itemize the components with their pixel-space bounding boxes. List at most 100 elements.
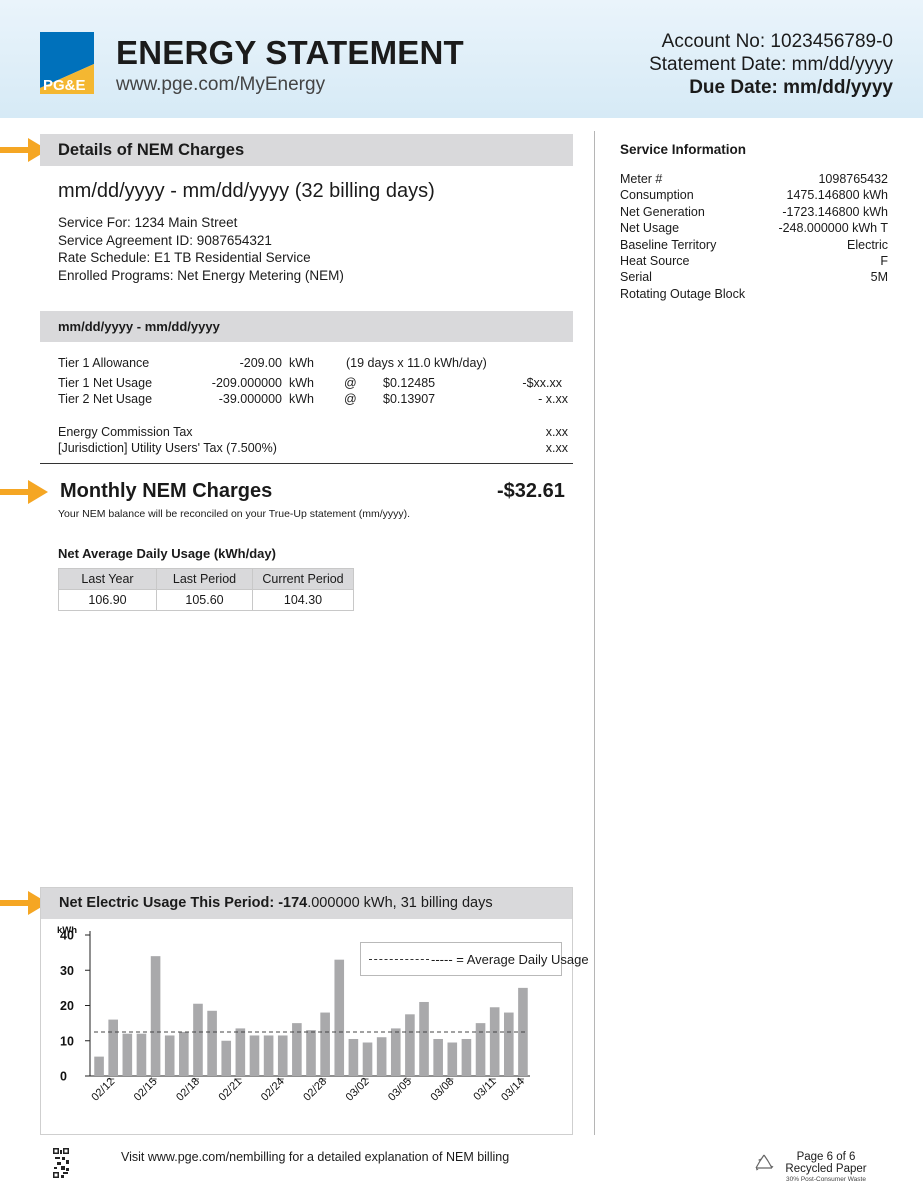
service-info-title: Service Information	[620, 142, 747, 157]
chart-bar	[376, 1037, 387, 1076]
service-details: Service For: 1234 Main Street Service Ag…	[58, 214, 344, 284]
si-label: Meter #	[620, 172, 663, 186]
x-tick-label: 03/05	[386, 1076, 414, 1104]
service-info-row: Baseline Territory Electric	[620, 237, 888, 253]
column-divider	[594, 131, 595, 1135]
section-title: Details of NEM Charges	[58, 141, 245, 159]
nadu-title: Net Average Daily Usage (kWh/day)	[58, 546, 276, 561]
si-value: F	[880, 254, 888, 269]
chart-bar	[362, 1042, 373, 1076]
chart-header: Net Electric Usage This Period: -174.000…	[41, 888, 572, 919]
si-value: 1475.146800 kWh	[786, 188, 888, 203]
tax-amount: x.xx	[545, 425, 568, 439]
chart-bar	[150, 956, 161, 1076]
si-value: Electric	[847, 237, 888, 252]
arrow-icon	[0, 480, 48, 504]
billing-period: mm/dd/yyyy - mm/dd/yyyy (32 billing days…	[58, 180, 435, 202]
account-info: Account No: 1023456789-0 Statement Date:…	[649, 30, 893, 99]
header-url: www.pge.com/MyEnergy	[116, 74, 326, 95]
service-agreement-id: Service Agreement ID: 9087654321	[58, 232, 272, 248]
line-label: Tier 1 Allowance	[58, 356, 150, 370]
chart-title-suffix: .000000 kWh, 31 billing days	[307, 895, 493, 911]
line-rate: $0.13907	[383, 392, 436, 406]
chart-bar	[461, 1038, 472, 1076]
logo-text: PG&E	[43, 77, 86, 94]
legend-label: ----- = Average Daily Usage	[431, 952, 589, 967]
x-tick-label: 03/02	[344, 1076, 372, 1104]
si-value: -1723.146800 kWh	[782, 204, 888, 219]
footer-text: Visit www.pge.com/nembilling for a detai…	[121, 1150, 510, 1164]
table-cell: 105.60	[156, 589, 253, 611]
subperiod-label: mm/dd/yyyy - mm/dd/yyyy	[58, 319, 220, 334]
chart-bar	[277, 1035, 288, 1076]
si-label: Heat Source	[620, 254, 690, 269]
chart-bar	[390, 1028, 401, 1076]
statement-date: Statement Date: mm/dd/yyyy	[649, 54, 893, 75]
tax-label: [Jurisdiction] Utility Users' Tax (7.500…	[58, 441, 277, 455]
statement-page: PG&E ENERGY STATEMENT www.pge.com/MyEner…	[0, 0, 923, 1198]
line-rate: (19 days x 11.0 kWh/day)	[346, 356, 487, 370]
page-info: Page 6 of 6 Recycled Paper 30% Post-Cons…	[780, 1151, 872, 1184]
chart-bar	[405, 1014, 415, 1076]
chart-title: Net Electric Usage This Period: -174.000…	[59, 895, 493, 911]
line-unit: kWh	[289, 376, 314, 390]
si-label: Baseline Territory	[620, 237, 717, 252]
y-tick-label: 10	[60, 1034, 74, 1048]
service-info-row: Heat Source F	[620, 253, 888, 269]
recycle-icon	[755, 1154, 774, 1171]
chart-bar	[348, 1038, 359, 1076]
chart-bar	[207, 1010, 217, 1076]
service-info-row: Serial 5M	[620, 269, 888, 285]
chart-bar	[235, 1028, 246, 1076]
line-qty: -209.000000	[211, 376, 282, 390]
x-tick-label: 02/24	[259, 1076, 287, 1104]
page-number: Page 6 of 6	[796, 1151, 856, 1163]
chart-bar	[136, 1033, 147, 1076]
line-at: @	[344, 376, 357, 390]
chart-bar	[164, 1035, 175, 1076]
chart-bar	[419, 1001, 429, 1076]
x-tick-label: 02/21	[217, 1076, 245, 1104]
table-row: 106.90 105.60 104.30	[58, 589, 354, 611]
x-tick-label: 03/14	[499, 1076, 527, 1104]
line-amount: - x.xx	[538, 392, 568, 406]
chart-bar	[292, 1023, 302, 1076]
legend-dash-line	[369, 959, 429, 960]
service-for: Service For: 1234 Main Street	[58, 215, 238, 230]
chart-bar	[306, 1030, 316, 1076]
chart-legend: ----- = Average Daily Usage	[360, 942, 589, 976]
si-label: Net Usage	[620, 221, 680, 236]
recycled-note: 30% Post-Consumer Waste	[786, 1176, 866, 1183]
line-rate: $0.12485	[383, 376, 436, 390]
x-tick-label: 03/08	[428, 1076, 456, 1104]
si-label: Net Generation	[620, 204, 705, 219]
chart-bar	[179, 1031, 189, 1076]
chart-bar	[94, 1056, 104, 1076]
line-unit: kWh	[289, 356, 314, 370]
chart-bar	[504, 1012, 514, 1076]
header-band: PG&E ENERGY STATEMENT www.pge.com/MyEner…	[0, 0, 923, 118]
divider	[40, 463, 573, 464]
table-header-row: Last Year Last Period Current Period	[58, 568, 354, 590]
chart-bar	[122, 1033, 133, 1076]
enrolled-programs: Enrolled Programs: Net Energy Metering (…	[58, 267, 344, 283]
recycled-paper: Recycled Paper	[785, 1163, 867, 1175]
x-tick-label: 02/12	[89, 1076, 117, 1104]
service-info-row: Consumption 1475.146800 kWh	[620, 187, 888, 203]
account-number: Account No: 1023456789-0	[661, 31, 893, 52]
y-tick-label: 0	[60, 1070, 67, 1084]
service-info-list: Meter # 1098765432 Consumption 1475.146800…	[620, 171, 888, 302]
line-at: @	[344, 392, 357, 406]
si-value: 5M	[870, 270, 888, 285]
monthly-charges-amount: -$32.61	[497, 480, 565, 502]
line-qty: -39.000000	[218, 392, 282, 406]
line-unit: kWh	[289, 392, 314, 406]
si-label: Consumption	[620, 188, 694, 203]
line-label: Tier 1 Net Usage	[58, 376, 153, 390]
service-info-row: Rotating Outage Block	[620, 286, 888, 302]
chart-bar	[475, 1023, 486, 1076]
chart-bar	[108, 1019, 118, 1076]
chart-title-value: -174	[278, 895, 308, 911]
chart-bar	[447, 1042, 458, 1076]
chart-title-prefix: Net Electric Usage This Period:	[59, 895, 279, 911]
